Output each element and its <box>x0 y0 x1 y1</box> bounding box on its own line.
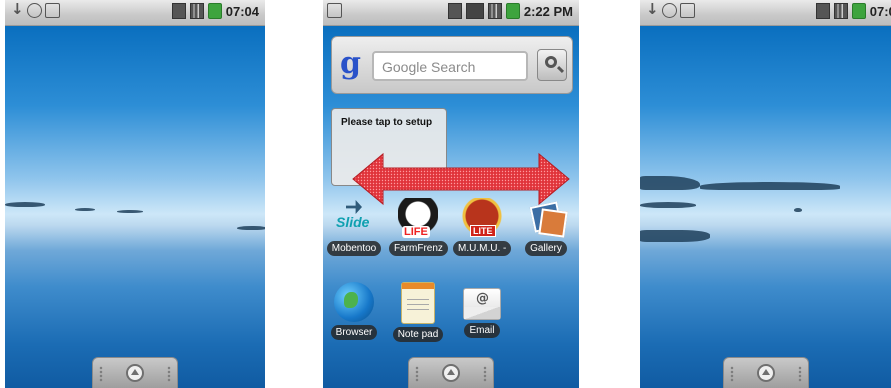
notepad-icon <box>401 282 435 324</box>
phone-screen-middle: 2:22 PM g Google Search Please tap to se… <box>323 0 579 388</box>
usb-icon <box>45 3 60 18</box>
search-button[interactable] <box>537 49 567 81</box>
app-notepad[interactable]: Note pad <box>389 282 447 346</box>
download-icon <box>9 0 24 18</box>
app-label: Email <box>464 323 500 338</box>
search-input[interactable]: Google Search <box>372 51 528 81</box>
app-label: M.U.M.U. - <box>453 241 512 256</box>
status-time: 2:22 PM <box>523 3 573 19</box>
email-icon <box>463 288 501 320</box>
app-mobentoo[interactable]: Slide Mobentoo <box>325 198 383 260</box>
signal-icon <box>189 3 204 19</box>
download-icon <box>644 0 659 18</box>
app-browser[interactable]: Browser <box>325 282 383 344</box>
browser-globe-icon <box>334 282 374 322</box>
battery-icon <box>851 3 866 19</box>
app-label: Browser <box>330 325 378 340</box>
google-search-widget: g Google Search <box>331 36 573 94</box>
signal-icon <box>487 3 502 19</box>
app-label: FarmFrenz <box>389 241 448 256</box>
status-bar: 07:04 <box>640 0 891 26</box>
battery-icon <box>505 3 520 19</box>
app-farmfrenzy[interactable]: LIFE FarmFrenz <box>389 198 448 260</box>
signal-icon <box>833 3 848 19</box>
data-icon <box>465 3 484 19</box>
usb-icon <box>680 3 695 18</box>
wallpaper <box>5 26 265 388</box>
app-label: Mobentoo <box>326 241 382 256</box>
wallpaper <box>640 26 891 388</box>
phone-screen-left: 07:04 <box>5 0 265 388</box>
status-bar: 2:22 PM <box>323 0 579 26</box>
search-icon <box>545 56 557 68</box>
launcher-icon <box>756 364 775 382</box>
google-logo-icon: g <box>340 46 361 81</box>
swipe-double-arrow-icon <box>352 152 570 206</box>
sim-icon <box>171 3 186 19</box>
setup-widget-text: Please tap to setup <box>341 117 433 128</box>
app-label: Note pad <box>392 327 444 342</box>
status-bar: 07:04 <box>5 0 265 26</box>
app-gallery[interactable]: Gallery <box>517 198 575 260</box>
sim-icon <box>815 3 830 19</box>
app-drawer-button[interactable] <box>408 357 494 388</box>
usb-icon <box>327 3 342 18</box>
battery-icon <box>207 3 222 19</box>
app-drawer-button[interactable] <box>92 357 178 388</box>
launcher-icon <box>126 364 144 382</box>
app-drawer-button[interactable] <box>722 357 809 388</box>
sync-icon <box>662 3 677 18</box>
status-time: 07:04 <box>225 3 259 19</box>
app-label: Gallery <box>525 241 567 256</box>
app-mumu[interactable]: LITE M.U.M.U. - <box>453 198 512 260</box>
sim-icon <box>447 3 462 19</box>
phone-screen-right: 07:04 <box>640 0 891 388</box>
sync-icon <box>27 3 42 18</box>
app-email[interactable]: Email <box>453 282 511 342</box>
launcher-icon <box>442 364 460 382</box>
status-time: 07:04 <box>869 3 891 19</box>
